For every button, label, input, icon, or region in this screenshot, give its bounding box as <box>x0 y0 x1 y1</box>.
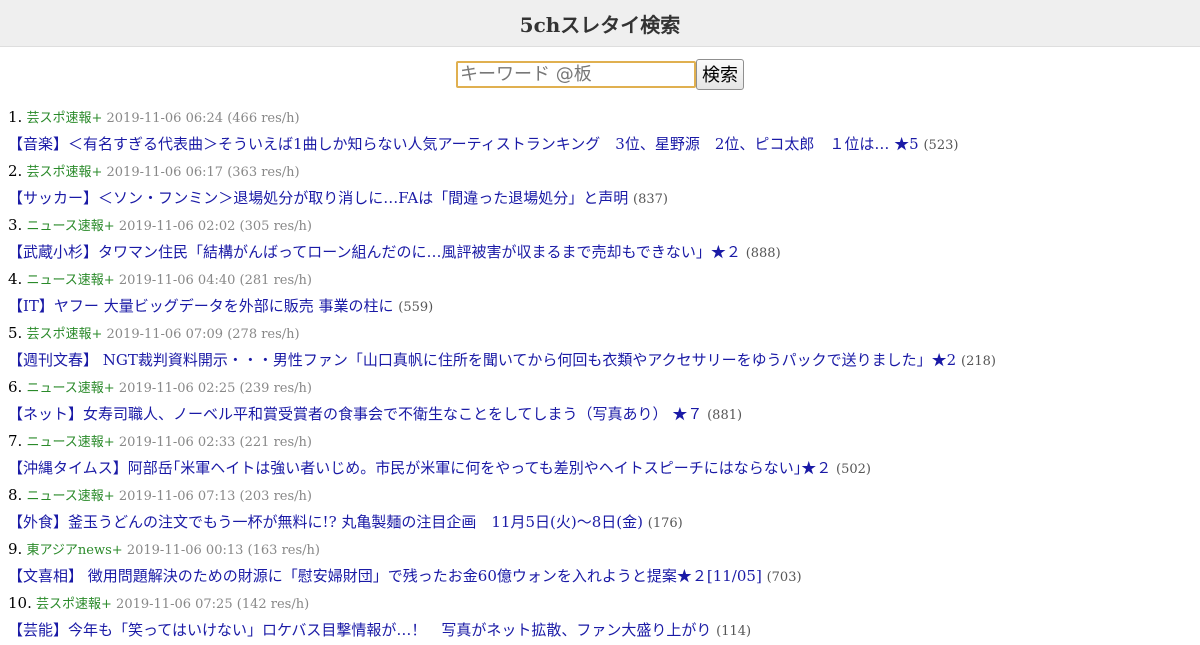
result-item: 7. ニュース速報+ 2019-11-06 02:33 (221 res/h) 【… <box>8 428 1192 482</box>
result-title-line: 【外食】釜玉うどんの注文でもう一杯が無料に!? 丸亀製麺の注目企画 11月5日(… <box>8 509 1192 536</box>
result-title-line: 【芸能】今年も「笑ってはいけない」ロケバス目撃情報が…！ 写真がネット拡散、ファ… <box>8 617 1192 644</box>
result-item: 3. ニュース速報+ 2019-11-06 02:02 (305 res/h) 【… <box>8 212 1192 266</box>
result-date: 2019-11-06 02:02 <box>118 219 236 234</box>
result-title-link[interactable]: 【音楽】＜有名すぎる代表曲＞そういえば1曲しか知らない人気アーティストランキング… <box>8 135 919 153</box>
result-board-link[interactable]: ニュース速報+ <box>26 273 114 288</box>
result-rate: (163 res/h) <box>247 543 320 558</box>
result-count: (559) <box>398 300 434 315</box>
result-item: 1. 芸スポ速報+ 2019-11-06 06:24 (466 res/h) 【音… <box>8 104 1192 158</box>
result-board-link[interactable]: ニュース速報+ <box>26 435 114 450</box>
result-rate: (278 res/h) <box>227 327 300 342</box>
result-rate: (466 res/h) <box>227 111 300 126</box>
result-meta: 8. ニュース速報+ 2019-11-06 07:13 (203 res/h) <box>8 482 1192 509</box>
result-rate: (221 res/h) <box>239 435 312 450</box>
result-board-link[interactable]: 芸スポ速報+ <box>26 327 102 342</box>
result-rank: 2. <box>8 162 23 180</box>
result-count: (176) <box>647 516 683 531</box>
result-board-link[interactable]: ニュース速報+ <box>26 219 114 234</box>
result-date: 2019-11-06 06:24 <box>106 111 224 126</box>
result-date: 2019-11-06 07:25 <box>116 597 233 612</box>
result-title-link[interactable]: 【武蔵小杉】タワマン住民「結構がんばってローン組んだのに…風評被害が収まるまで売… <box>8 243 741 261</box>
result-item: 4. ニュース速報+ 2019-11-06 04:40 (281 res/h) 【… <box>8 266 1192 320</box>
result-title-link[interactable]: 【文喜相】 徴用問題解決のための財源に「慰安婦財団」で残ったお金60億ウォンを入… <box>8 567 762 585</box>
result-rank: 7. <box>8 432 23 450</box>
result-board-link[interactable]: 芸スポ速報+ <box>36 597 112 612</box>
result-meta: 9. 東アジアnews+ 2019-11-06 00:13 (163 res/h… <box>8 536 1192 563</box>
result-rank: 3. <box>8 216 23 234</box>
result-board-link[interactable]: ニュース速報+ <box>26 489 114 504</box>
result-rate: (142 res/h) <box>236 597 310 612</box>
search-input[interactable] <box>456 60 696 88</box>
result-title-line: 【武蔵小杉】タワマン住民「結構がんばってローン組んだのに…風評被害が収まるまで売… <box>8 239 1192 266</box>
site-title[interactable]: 5chスレタイ検索 <box>520 9 681 38</box>
result-title-link[interactable]: 【サッカー】＜ソン・フンミン＞退場処分が取り消しに…FAは「間違った退場処分」と… <box>8 189 628 207</box>
result-title-line: 【IT】ヤフー 大量ビッグデータを外部に販売 事業の柱に (559) <box>8 293 1192 320</box>
result-count: (888) <box>745 246 781 261</box>
result-title-link[interactable]: 【IT】ヤフー 大量ビッグデータを外部に販売 事業の柱に <box>8 297 393 315</box>
result-title-line: 【文喜相】 徴用問題解決のための財源に「慰安婦財団」で残ったお金60億ウォンを入… <box>8 563 1192 590</box>
result-meta: 5. 芸スポ速報+ 2019-11-06 07:09 (278 res/h) <box>8 320 1192 347</box>
result-title-link[interactable]: 【外食】釜玉うどんの注文でもう一杯が無料に!? 丸亀製麺の注目企画 11月5日(… <box>8 513 643 531</box>
result-count: (218) <box>961 354 996 369</box>
result-item: 6. ニュース速報+ 2019-11-06 02:25 (239 res/h) 【… <box>8 374 1192 428</box>
result-date: 2019-11-06 07:13 <box>118 489 236 504</box>
result-meta: 2. 芸スポ速報+ 2019-11-06 06:17 (363 res/h) <box>8 158 1192 185</box>
result-title-line: 【沖縄タイムス】阿部岳｢米軍ヘイトは強い者いじめ。市民が米軍に何をやっても差別や… <box>8 455 1192 482</box>
site-header: 5chスレタイ検索 <box>0 0 1200 47</box>
result-rate: (239 res/h) <box>239 381 312 396</box>
result-title-line: 【ネット】女寿司職人、ノーベル平和賞受賞者の食事会で不衛生なことをしてしまう（写… <box>8 401 1192 428</box>
result-count: (114) <box>716 624 752 639</box>
result-item: 8. ニュース速報+ 2019-11-06 07:13 (203 res/h) 【… <box>8 482 1192 536</box>
search-form: 検索 <box>0 58 1200 90</box>
result-list: 1. 芸スポ速報+ 2019-11-06 06:24 (466 res/h) 【音… <box>0 104 1200 644</box>
result-rank: 5. <box>8 324 23 342</box>
result-rank: 1. <box>8 108 23 126</box>
result-date: 2019-11-06 07:09 <box>106 327 224 342</box>
result-meta: 10. 芸スポ速報+ 2019-11-06 07:25 (142 res/h) <box>8 590 1192 617</box>
result-title-link[interactable]: 【芸能】今年も「笑ってはいけない」ロケバス目撃情報が…！ 写真がネット拡散、ファ… <box>8 621 711 639</box>
result-board-link[interactable]: 東アジアnews+ <box>26 543 122 558</box>
result-board-link[interactable]: 芸スポ速報+ <box>26 111 102 126</box>
result-title-link[interactable]: 【ネット】女寿司職人、ノーベル平和賞受賞者の食事会で不衛生なことをしてしまう（写… <box>8 405 702 423</box>
result-title-link[interactable]: 【週刊文春】 NGT裁判資料開示・・・男性ファン「山口真帆に住所を聞いてから何回… <box>8 351 956 369</box>
result-date: 2019-11-06 02:33 <box>118 435 236 450</box>
result-rank: 4. <box>8 270 23 288</box>
result-rank: 8. <box>8 486 23 504</box>
result-date: 2019-11-06 04:40 <box>118 273 236 288</box>
result-item: 9. 東アジアnews+ 2019-11-06 00:13 (163 res/h… <box>8 536 1192 590</box>
result-rank: 6. <box>8 378 23 396</box>
result-meta: 7. ニュース速報+ 2019-11-06 02:33 (221 res/h) <box>8 428 1192 455</box>
result-meta: 1. 芸スポ速報+ 2019-11-06 06:24 (466 res/h) <box>8 104 1192 131</box>
result-board-link[interactable]: 芸スポ速報+ <box>26 165 102 180</box>
result-item: 2. 芸スポ速報+ 2019-11-06 06:17 (363 res/h) 【サ… <box>8 158 1192 212</box>
result-count: (703) <box>766 570 802 585</box>
result-date: 2019-11-06 02:25 <box>118 381 236 396</box>
result-board-link[interactable]: ニュース速報+ <box>26 381 114 396</box>
result-item: 5. 芸スポ速報+ 2019-11-06 07:09 (278 res/h) 【週… <box>8 320 1192 374</box>
result-rate: (203 res/h) <box>239 489 312 504</box>
result-meta: 4. ニュース速報+ 2019-11-06 04:40 (281 res/h) <box>8 266 1192 293</box>
result-rate: (281 res/h) <box>239 273 312 288</box>
result-title-line: 【サッカー】＜ソン・フンミン＞退場処分が取り消しに…FAは「間違った退場処分」と… <box>8 185 1192 212</box>
result-count: (523) <box>923 138 959 153</box>
search-button[interactable]: 検索 <box>696 58 744 90</box>
result-rank: 9. <box>8 540 23 558</box>
result-rate: (305 res/h) <box>239 219 312 234</box>
result-meta: 6. ニュース速報+ 2019-11-06 02:25 (239 res/h) <box>8 374 1192 401</box>
result-rank: 10. <box>8 594 32 612</box>
result-title-line: 【音楽】＜有名すぎる代表曲＞そういえば1曲しか知らない人気アーティストランキング… <box>8 131 1192 158</box>
result-count: (881) <box>707 408 743 423</box>
result-item: 10. 芸スポ速報+ 2019-11-06 07:25 (142 res/h) 【… <box>8 590 1192 644</box>
result-title-link[interactable]: 【沖縄タイムス】阿部岳｢米軍ヘイトは強い者いじめ。市民が米軍に何をやっても差別や… <box>8 459 831 477</box>
result-date: 2019-11-06 00:13 <box>126 543 244 558</box>
result-date: 2019-11-06 06:17 <box>106 165 224 180</box>
result-count: (502) <box>836 462 871 477</box>
result-meta: 3. ニュース速報+ 2019-11-06 02:02 (305 res/h) <box>8 212 1192 239</box>
result-rate: (363 res/h) <box>227 165 300 180</box>
result-title-line: 【週刊文春】 NGT裁判資料開示・・・男性ファン「山口真帆に住所を聞いてから何回… <box>8 347 1192 374</box>
result-count: (837) <box>633 192 668 207</box>
